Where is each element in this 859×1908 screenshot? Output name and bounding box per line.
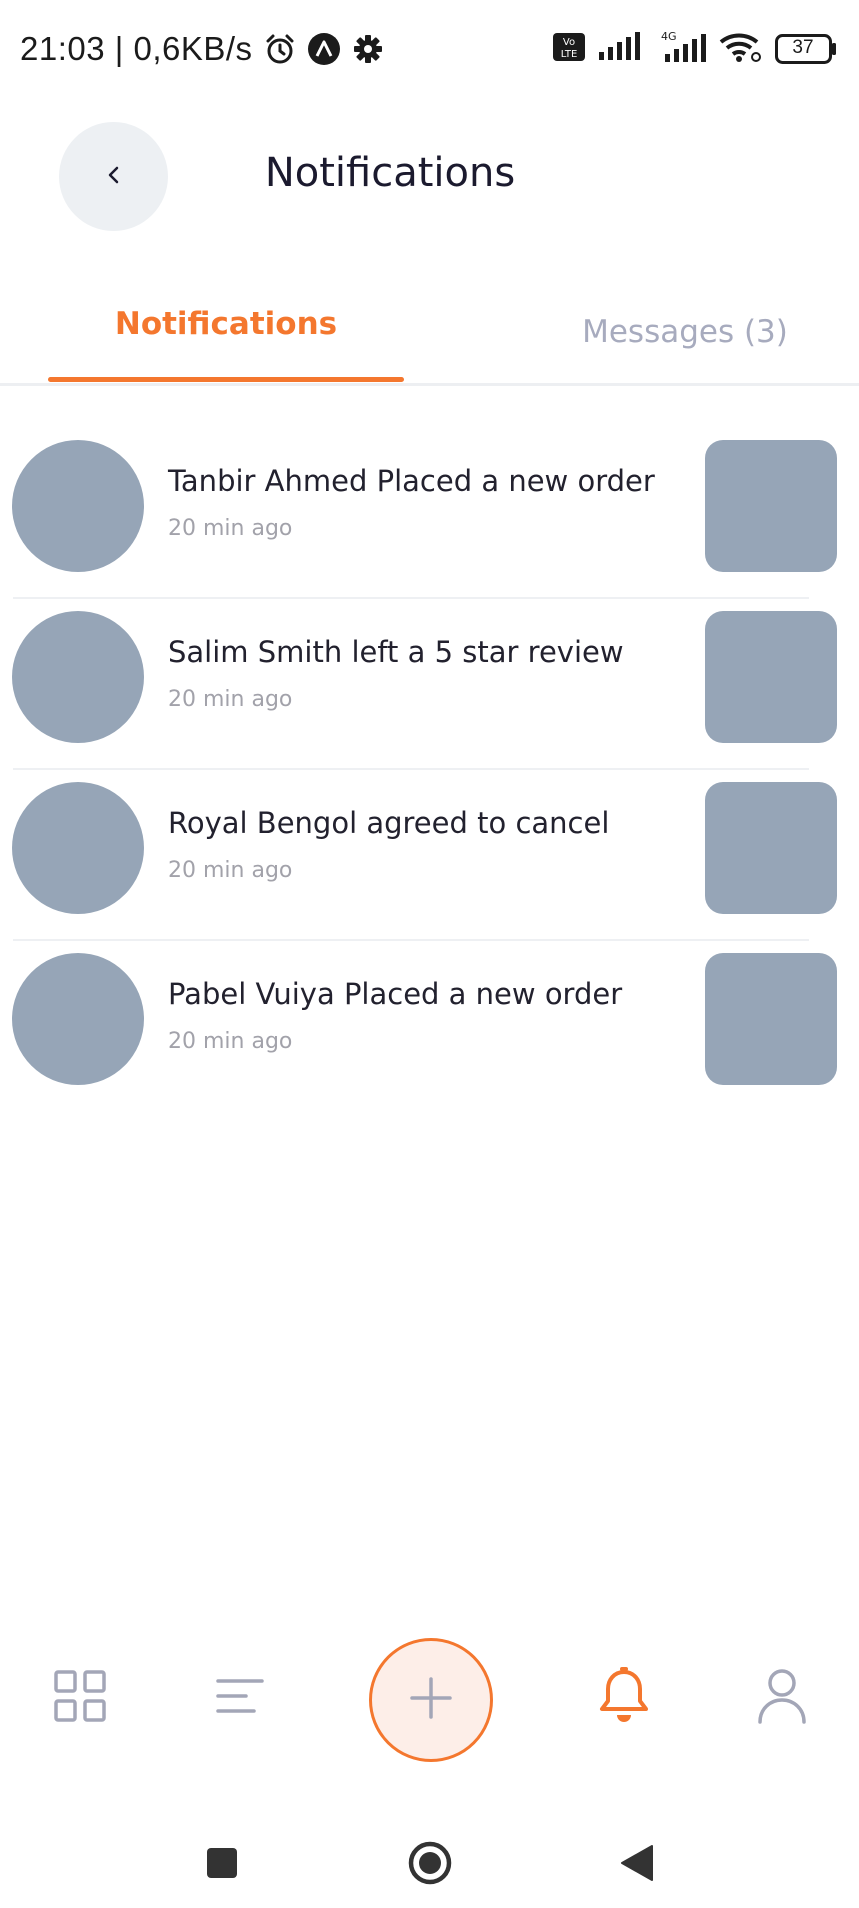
battery-level: 37 <box>792 37 814 58</box>
notification-text: Salim Smith left a 5 star review 20 min … <box>168 635 688 712</box>
network-label: 4G <box>661 30 677 43</box>
notification-time: 20 min ago <box>168 858 293 883</box>
page-title: Notifications <box>264 150 516 196</box>
volte-label-bottom: LTE <box>561 49 578 60</box>
notification-title: Tanbir Ahmed Placed a new order <box>168 464 655 498</box>
signal-4g-icon: 4G <box>653 30 707 68</box>
notification-item[interactable]: Pabel Vuiya Placed a new order 20 min ag… <box>0 939 859 1124</box>
notification-text: Tanbir Ahmed Placed a new order 20 min a… <box>168 464 688 541</box>
triangle-back-icon <box>620 1844 654 1886</box>
dashboard-icon <box>54 1670 106 1726</box>
back-button[interactable] <box>59 122 168 231</box>
nav-dashboard[interactable] <box>50 1668 110 1728</box>
tab-notifications[interactable]: Notifications <box>48 290 404 386</box>
user-icon <box>757 1668 807 1728</box>
notification-time: 20 min ago <box>168 687 293 712</box>
volte-icon: Vo LTE <box>553 33 585 65</box>
notification-text: Pabel Vuiya Placed a new order 20 min ag… <box>168 977 688 1054</box>
nav-profile[interactable] <box>752 1666 812 1730</box>
notification-item[interactable]: Tanbir Ahmed Placed a new order 20 min a… <box>0 440 859 611</box>
avatar <box>12 782 144 914</box>
notification-list: Tanbir Ahmed Placed a new order 20 min a… <box>0 440 859 1124</box>
alarm-icon <box>263 32 297 66</box>
nav-notifications[interactable] <box>592 1666 656 1730</box>
active-tab-indicator <box>48 377 404 382</box>
notification-text: Royal Bengol agreed to cancel 20 min ago <box>168 806 688 883</box>
tab-messages[interactable]: Messages (3) <box>560 290 810 386</box>
bell-icon <box>597 1667 651 1729</box>
status-bar: 21:03 | 0,6KB/s Vo LTE 4G 37 <box>0 0 859 100</box>
tab-notifications-label: Notifications <box>114 306 338 342</box>
add-button[interactable] <box>369 1638 493 1762</box>
gear-icon <box>351 32 385 66</box>
notification-item[interactable]: Salim Smith left a 5 star review 20 min … <box>0 597 859 782</box>
system-back-button[interactable] <box>612 1840 662 1890</box>
avatar <box>12 953 144 1085</box>
tab-messages-label: Messages (3) <box>582 314 788 350</box>
notification-time: 20 min ago <box>168 516 293 541</box>
status-time: 21:03 | 0,6KB/s <box>20 30 253 67</box>
notification-time: 20 min ago <box>168 1029 293 1054</box>
system-home-button[interactable] <box>405 1840 455 1890</box>
volte-label-top: Vo <box>563 37 575 48</box>
notification-title: Salim Smith left a 5 star review <box>168 635 624 669</box>
battery-icon: 37 <box>775 34 837 64</box>
menu-lines-icon <box>215 1676 265 1720</box>
home-circle-icon <box>407 1840 453 1890</box>
notification-title: Pabel Vuiya Placed a new order <box>168 977 623 1011</box>
notification-thumbnail <box>705 611 837 743</box>
tab-bar: Notifications Messages (3) <box>0 290 859 386</box>
chevron-left-icon <box>104 163 124 191</box>
notification-thumbnail <box>705 953 837 1085</box>
status-right: Vo LTE 4G 37 <box>553 30 837 68</box>
system-recents-button[interactable] <box>197 1840 247 1890</box>
wifi-icon <box>719 31 763 67</box>
notification-item[interactable]: Royal Bengol agreed to cancel 20 min ago <box>0 768 859 953</box>
bottom-nav <box>0 1630 859 1770</box>
notification-thumbnail <box>705 782 837 914</box>
signal-icon <box>597 32 641 66</box>
app-notification-icon <box>307 32 341 66</box>
avatar <box>12 611 144 743</box>
square-icon <box>206 1847 238 1883</box>
status-left: 21:03 | 0,6KB/s <box>20 30 385 68</box>
notification-title: Royal Bengol agreed to cancel <box>168 806 610 840</box>
notification-thumbnail <box>705 440 837 572</box>
avatar <box>12 440 144 572</box>
plus-icon <box>409 1676 453 1724</box>
system-nav-bar <box>0 1820 859 1908</box>
nav-orders[interactable] <box>210 1668 270 1728</box>
